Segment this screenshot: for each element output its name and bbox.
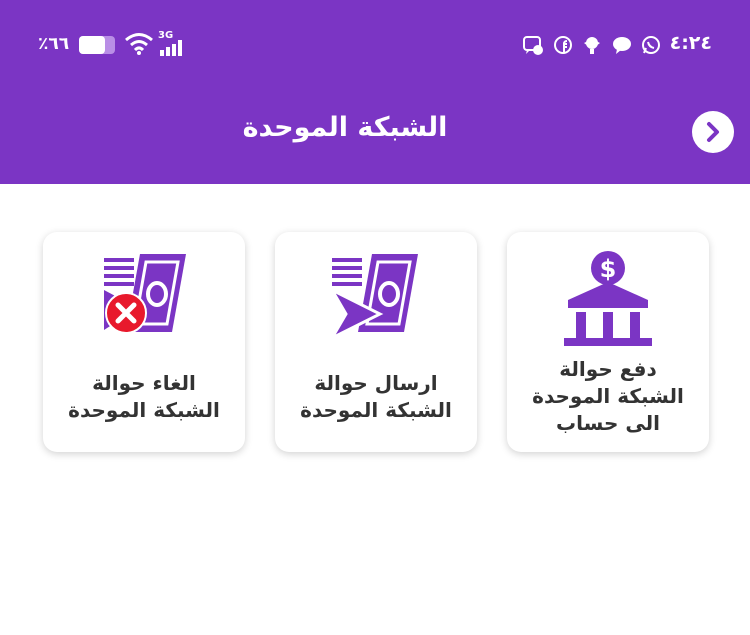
page-title: الشبكة الموحدة [242,112,448,143]
whatsapp-icon [642,36,660,54]
service-card-send-transfer[interactable]: ارسال حوالة الشبكة الموحدة [275,232,477,452]
messenger-icon [523,36,543,55]
status-bar: ٤:٢٤ ٪٦٦ 3G [0,28,750,64]
status-time: ٤:٢٤ [669,32,712,54]
chat-bubble-icon [613,37,631,54]
signal-icon [160,40,182,56]
battery-icon [79,36,115,54]
send-money-icon [328,254,418,342]
bank-dollar-icon: $ [564,251,652,346]
service-label: ارسال حوالة الشبكة الموحدة [300,371,452,422]
service-card-cancel-transfer[interactable]: الغاء حوالة الشبكة الموحدة [43,232,245,452]
service-card-pay-to-account[interactable]: $ دفع حوالة الشبكة الموحدة الى حساب [507,232,709,452]
svg-text:$: $ [600,255,617,283]
battery-percent: ٪٦٦ [38,34,70,54]
wifi-icon [125,33,153,55]
notification-app-icon [584,37,600,54]
cancel-money-icon [104,254,186,334]
service-label: دفع حوالة الشبكة الموحدة الى حساب [532,357,684,435]
back-button[interactable] [692,111,734,153]
chevron-right-icon [707,122,719,142]
facebook-icon [554,36,572,54]
app-header: ٤:٢٤ ٪٦٦ 3G الشبكة الموحدة [0,0,750,184]
service-label: الغاء حوالة الشبكة الموحدة [68,371,220,422]
